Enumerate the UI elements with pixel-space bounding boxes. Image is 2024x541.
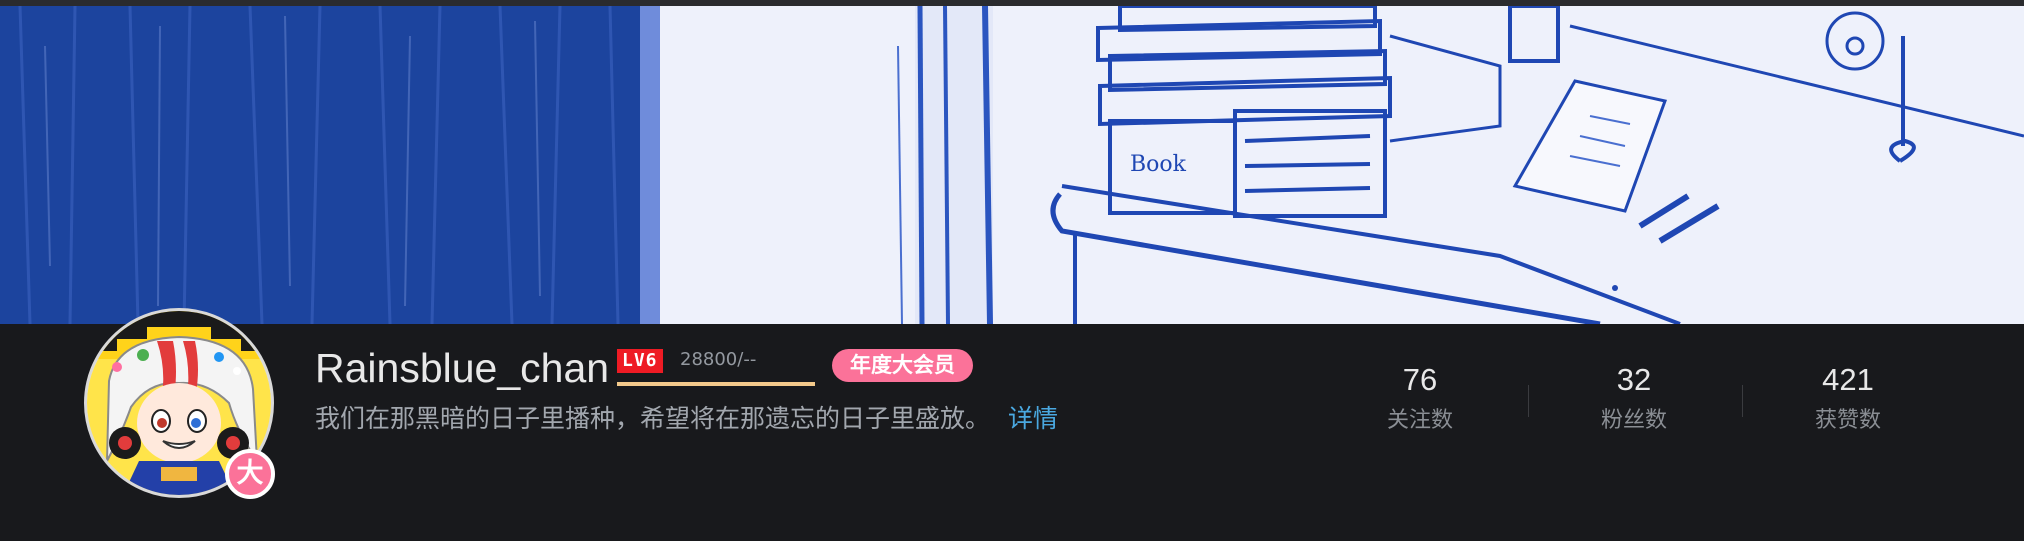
stat-followers-label: 粉丝数: [1600, 408, 1667, 433]
experience-bar-fill: [617, 382, 815, 386]
stat-divider: [1742, 385, 1743, 417]
vip-badge: 大: [225, 449, 275, 499]
stat-following[interactable]: 76 关注数: [1320, 360, 1520, 438]
level-badge: LV6: [617, 349, 663, 373]
stat-likes-value: 421: [1822, 362, 1874, 397]
stat-following-label: 关注数: [1386, 408, 1453, 433]
stat-following-value: 76: [1402, 362, 1438, 397]
experience-bar: [617, 382, 815, 386]
bio: 我们在那黑暗的日子里播种，希望将在那遗忘的日子里盛放。 详情: [315, 401, 1058, 437]
svg-text:Book: Book: [1130, 152, 1187, 177]
profile-banner: Book: [0, 6, 2024, 324]
stat-followers[interactable]: 32 粉丝数: [1534, 360, 1734, 438]
stat-divider: [1528, 385, 1529, 417]
stat-likes[interactable]: 421 获赞数: [1748, 360, 1948, 438]
profile-page: Book 大 Rainsblue_chan LV6 28800/-- 年度大会员…: [0, 0, 2024, 541]
stat-followers-value: 32: [1616, 362, 1652, 397]
username: Rainsblue_chan: [315, 345, 610, 391]
banner-sketch-image: Book: [0, 6, 2024, 324]
bio-text: 我们在那黑暗的日子里播种，希望将在那遗忘的日子里盛放。: [315, 404, 991, 433]
stat-likes-label: 获赞数: [1814, 408, 1881, 433]
experience-text: 28800/--: [680, 349, 757, 370]
annual-member-tag[interactable]: 年度大会员: [832, 349, 973, 382]
bio-detail-link[interactable]: 详情: [1008, 404, 1058, 433]
